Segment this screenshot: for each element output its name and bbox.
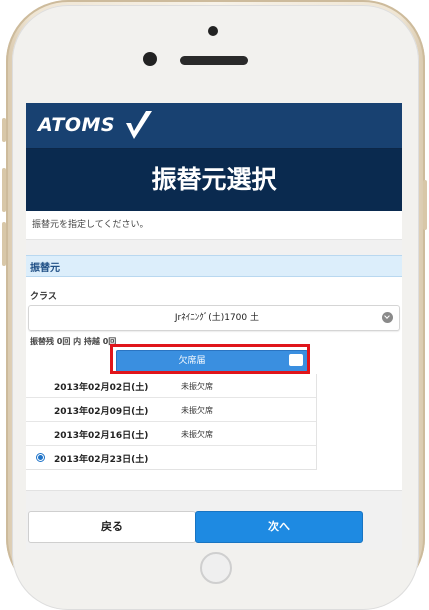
section-header: 振替元 [26,255,402,277]
radio-button-selected[interactable] [36,453,45,462]
date-row[interactable]: 2013年02月09日(土) 未振欠席 [26,398,316,422]
back-button[interactable]: 戻る [28,511,196,543]
back-button-label: 戻る [101,520,123,533]
date-status: 未振欠席 [181,430,213,439]
section-title: 振替元 [30,263,60,274]
date-list: 2013年02月02日(土) 未振欠席 2013年02月09日(土) 未振欠席 … [26,374,317,470]
class-select[interactable]: Jrﾈｲﾆﾝｸﾞ(土)1700 土 [28,305,400,331]
highlight-annotation [110,344,310,374]
brand-logo-text: ATOMS [38,114,116,136]
checkmark-logo-icon [126,111,152,139]
class-label: クラス [30,292,57,302]
page-title: 振替元選択 [151,165,277,194]
phone-volume-down [2,222,6,266]
radio-button[interactable] [36,381,45,390]
phone-side-button [2,118,6,142]
next-button-label: 次へ [268,520,290,533]
divider [26,239,402,256]
makeup-count-text: 振替残 0回 内 持越 0回 [30,337,117,346]
class-select-value: Jrﾈｲﾆﾝｸﾞ(土)1700 土 [174,313,259,323]
date-status: 未振欠席 [181,382,213,391]
front-camera [208,26,218,36]
earpiece-speaker [180,56,248,65]
radio-button[interactable] [36,405,45,414]
app-screen: ATOMS 振替元選択 振替元を指定してください。 振替元 クラス Jrﾈｲﾆﾝ… [26,103,402,550]
date-text: 2013年02月23日(土) [54,455,149,465]
date-text: 2013年02月09日(土) [54,407,149,417]
instruction-text: 振替元を指定してください。 [32,220,149,230]
date-text: 2013年02月16日(土) [54,431,149,441]
date-row[interactable]: 2013年02月02日(土) 未振欠席 [26,374,316,398]
brand-bar: ATOMS [26,103,402,149]
date-text: 2013年02月02日(土) [54,383,149,393]
date-row[interactable]: 2013年02月16日(土) 未振欠席 [26,422,316,446]
home-button[interactable] [200,552,232,584]
date-row[interactable]: 2013年02月23日(土) [26,446,316,469]
proximity-sensor [143,52,157,66]
page-header: 振替元選択 [26,149,402,211]
date-status: 未振欠席 [181,406,213,415]
phone-power-button [423,180,427,230]
next-button[interactable]: 次へ [195,511,363,543]
radio-button[interactable] [36,429,45,438]
chevron-down-icon [382,312,393,323]
phone-volume-up [2,168,6,212]
